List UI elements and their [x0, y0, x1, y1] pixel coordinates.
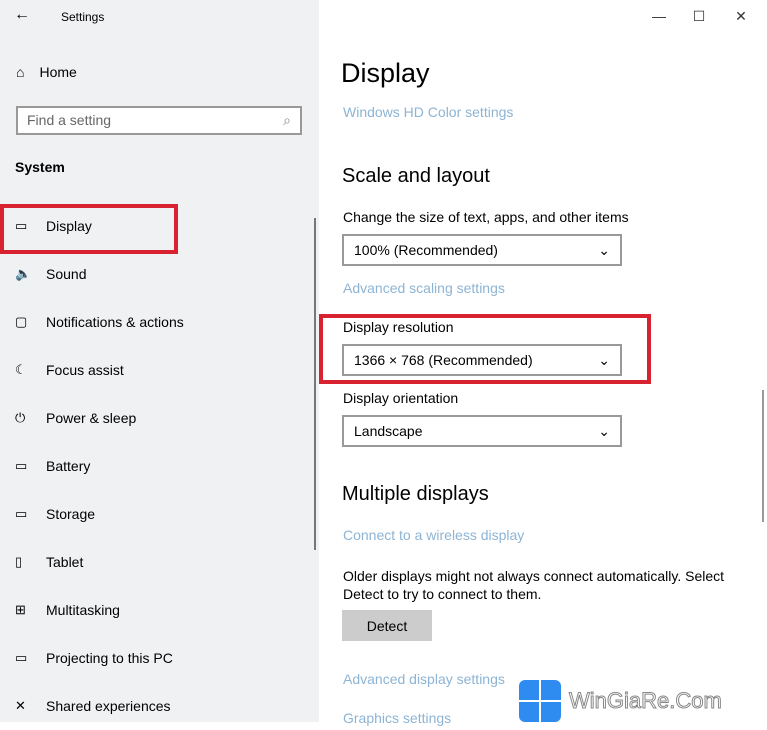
- sidebar-item-shared-experiences[interactable]: ✕ Shared experiences: [0, 682, 300, 730]
- sidebar-item-label: Notifications & actions: [46, 314, 184, 330]
- sidebar-item-multitasking[interactable]: ⊞ Multitasking: [0, 586, 300, 634]
- sidebar-item-label: Projecting to this PC: [46, 650, 173, 666]
- window-title: Settings: [61, 10, 105, 24]
- moon-icon: ☾: [15, 362, 27, 377]
- orientation-value: Landscape: [354, 423, 423, 439]
- hd-color-link[interactable]: Windows HD Color settings: [343, 104, 643, 120]
- advanced-display-link[interactable]: Advanced display settings: [343, 671, 513, 687]
- back-button[interactable]: ←: [14, 6, 38, 24]
- search-input[interactable]: Find a setting ⌕: [16, 106, 302, 135]
- speaker-icon: 🔈: [15, 266, 32, 281]
- orientation-label: Display orientation: [343, 390, 459, 406]
- sidebar: ← Settings ⌂ Home Find a setting ⌕ System …: [0, 0, 319, 722]
- orientation-dropdown[interactable]: Landscape ⌄: [342, 415, 622, 447]
- highlight-box: [0, 204, 178, 254]
- search-icon: ⌕: [283, 112, 291, 128]
- sidebar-item-projecting-to-this-pc[interactable]: ▭ Projecting to this PC: [0, 634, 300, 682]
- main-pane: — ☐ ✕ Display Windows HD Color settings …: [319, 0, 767, 726]
- sidebar-item-label: Shared experiences: [46, 698, 171, 714]
- watermark-text: WinGiaRe.Com: [569, 688, 723, 714]
- battery-icon: ▭: [15, 458, 28, 473]
- sidebar-item-battery[interactable]: ▭ Battery: [0, 442, 300, 490]
- windows-logo-icon: [519, 680, 561, 722]
- sidebar-item-label: Storage: [46, 506, 96, 522]
- storage-icon: ▭: [15, 506, 28, 521]
- multiple-displays-heading: Multiple displays: [342, 483, 489, 505]
- sidebar-item-label: Battery: [46, 458, 91, 474]
- sidebar-home[interactable]: ⌂ Home: [16, 64, 216, 80]
- detect-button[interactable]: Detect: [342, 610, 432, 641]
- notification-icon: ▢: [15, 314, 28, 329]
- sidebar-item-label: Tablet: [46, 554, 84, 570]
- scale-dropdown[interactable]: 100% (Recommended) ⌄: [342, 234, 622, 266]
- sidebar-item-label: Multitasking: [46, 602, 120, 618]
- highlight-box: [319, 314, 651, 384]
- shared-icon: ✕: [15, 698, 26, 713]
- older-displays-text: Older displays might not always connect …: [343, 568, 725, 602]
- power-icon: ⏻: [15, 410, 26, 425]
- scrollbar[interactable]: [314, 218, 316, 550]
- sidebar-item-label: Focus assist: [46, 362, 124, 378]
- page-title: Display: [341, 58, 430, 88]
- section-heading: System: [15, 159, 65, 175]
- home-label: Home: [39, 64, 77, 80]
- sidebar-item-storage[interactable]: ▭ Storage: [0, 490, 300, 538]
- sidebar-item-label: Sound: [46, 266, 87, 282]
- maximize-button[interactable]: ☐: [689, 8, 709, 25]
- minimize-button[interactable]: —: [649, 8, 669, 24]
- home-icon: ⌂: [16, 64, 25, 80]
- search-placeholder: Find a setting: [27, 112, 112, 128]
- projecting-icon: ▭: [15, 650, 28, 665]
- advanced-scaling-link[interactable]: Advanced scaling settings: [343, 280, 643, 296]
- scale-heading: Scale and layout: [342, 165, 490, 187]
- sidebar-item-tablet[interactable]: ▯ Tablet: [0, 538, 300, 586]
- chevron-down-icon: ⌄: [598, 422, 610, 439]
- sidebar-item-power-sleep[interactable]: ⏻ Power & sleep: [0, 394, 300, 442]
- scale-value: 100% (Recommended): [354, 242, 498, 258]
- close-button[interactable]: ✕: [731, 8, 751, 25]
- sidebar-item-sound[interactable]: 🔈 Sound: [0, 250, 300, 298]
- graphics-settings-link[interactable]: Graphics settings: [343, 710, 513, 726]
- wireless-display-link[interactable]: Connect to a wireless display: [343, 527, 643, 543]
- sidebar-item-label: Power & sleep: [46, 410, 137, 426]
- sidebar-item-focus-assist[interactable]: ☾ Focus assist: [0, 346, 300, 394]
- sidebar-item-notifications-actions[interactable]: ▢ Notifications & actions: [0, 298, 300, 346]
- scale-label: Change the size of text, apps, and other…: [343, 209, 629, 225]
- chevron-down-icon: ⌄: [598, 241, 610, 258]
- scrollbar[interactable]: [762, 390, 764, 522]
- watermark: WinGiaRe.Com: [519, 680, 759, 722]
- tablet-icon: ▯: [15, 554, 23, 569]
- multitasking-icon: ⊞: [15, 602, 26, 617]
